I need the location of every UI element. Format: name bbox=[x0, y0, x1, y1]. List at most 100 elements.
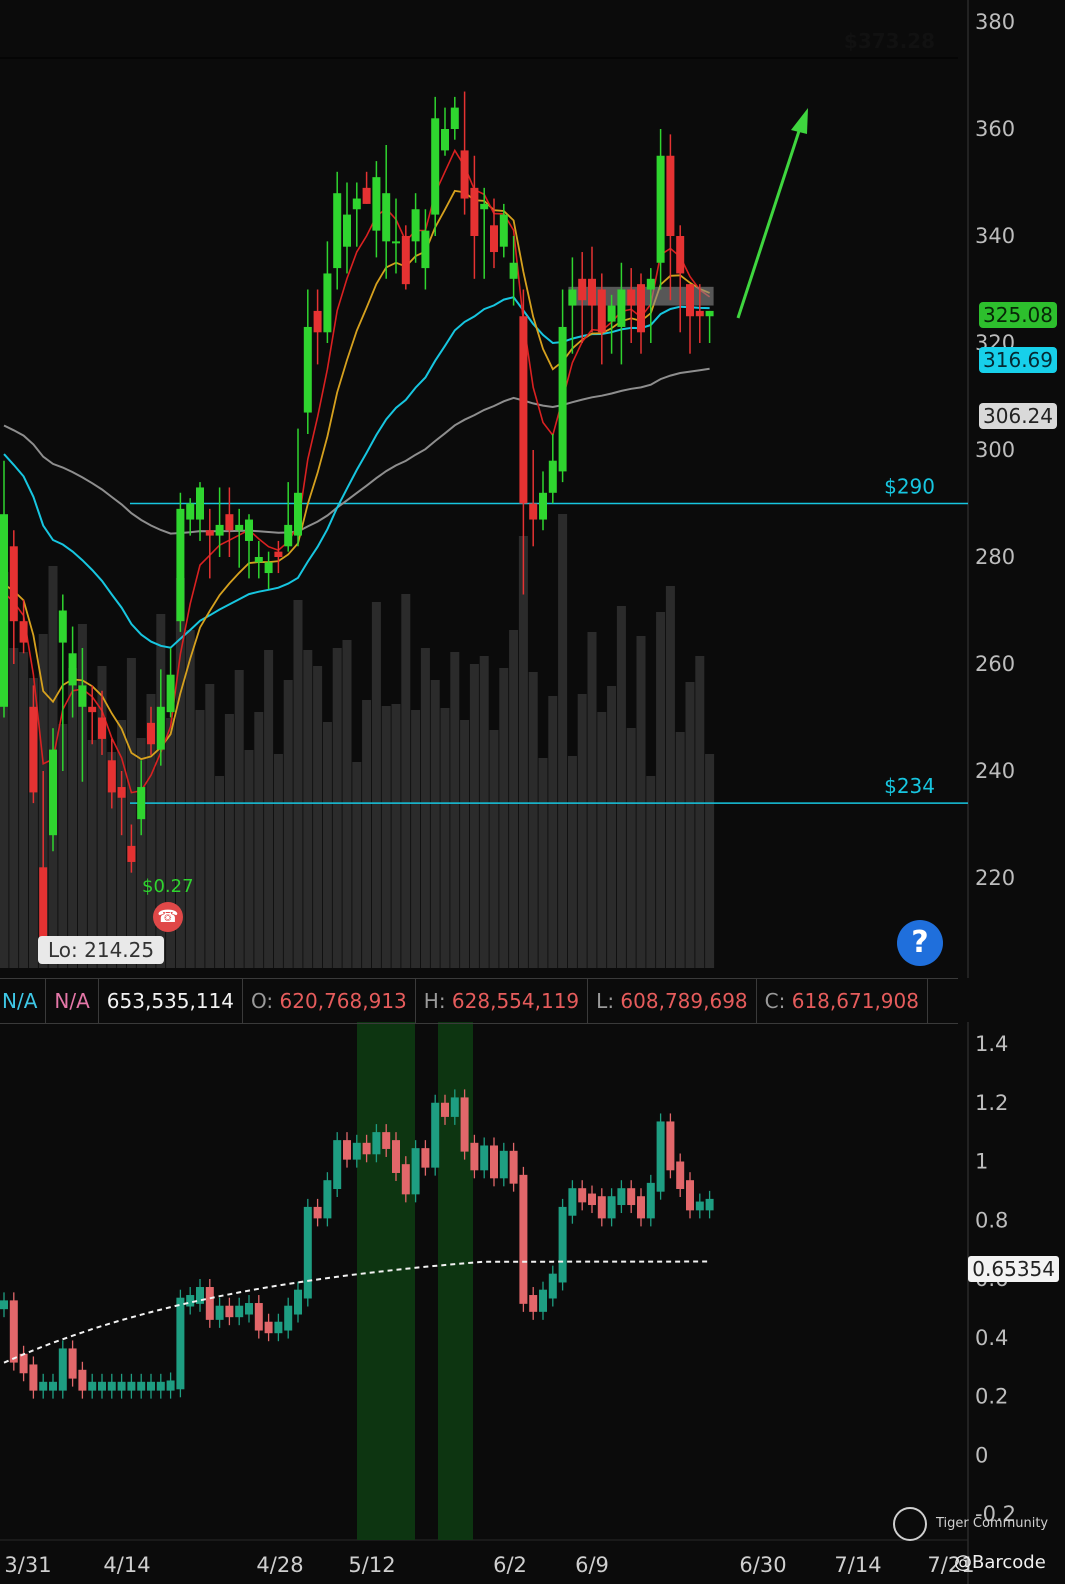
candle-body bbox=[558, 326, 567, 472]
osc-bar bbox=[176, 1297, 185, 1390]
candle-body bbox=[156, 706, 165, 750]
volume-bar bbox=[626, 728, 636, 968]
candle-body bbox=[637, 284, 645, 333]
indicator-info-bar: N/A N/A 653,535,114 O: 620,768,913 H: 62… bbox=[0, 978, 958, 1024]
osc-bar bbox=[205, 1287, 214, 1320]
volume-bar bbox=[283, 680, 293, 968]
info-low-value: 608,789,698 bbox=[620, 989, 748, 1013]
osc-bar bbox=[68, 1348, 77, 1379]
chart-canvas: $373.28$290$234 380360340320300280260240… bbox=[0, 0, 1016, 1584]
osc-bar bbox=[58, 1348, 67, 1391]
price-tag: 325.08 bbox=[979, 301, 1057, 328]
price-tick-label: 340 bbox=[975, 224, 1015, 248]
osc-bar bbox=[470, 1142, 479, 1171]
candle-body bbox=[568, 289, 577, 306]
osc-bar bbox=[558, 1206, 567, 1283]
osc-signal-line bbox=[3, 1260, 710, 1364]
candle-body bbox=[499, 214, 508, 247]
volume-bar bbox=[695, 656, 705, 968]
candle-body bbox=[29, 706, 38, 793]
candle-body bbox=[127, 845, 136, 862]
date-tick-label: 4/28 bbox=[256, 1553, 303, 1577]
osc-bar bbox=[676, 1161, 685, 1190]
osc-bar bbox=[617, 1188, 626, 1206]
candle-body bbox=[107, 760, 116, 793]
candle-body bbox=[98, 717, 106, 739]
osc-bar bbox=[695, 1201, 704, 1211]
candle-body bbox=[627, 289, 636, 306]
candle-body bbox=[88, 706, 97, 713]
info-close: C: 618,671,908 bbox=[757, 979, 928, 1023]
osc-bar bbox=[607, 1196, 616, 1219]
osc-bar bbox=[196, 1287, 204, 1304]
candle-body bbox=[460, 150, 469, 199]
osc-bar bbox=[401, 1164, 410, 1195]
price-tick-label: 220 bbox=[975, 866, 1015, 890]
price-tick-label: 260 bbox=[975, 652, 1015, 676]
candle-body bbox=[646, 278, 655, 290]
osc-bar bbox=[509, 1150, 518, 1184]
date-tick-label: 6/9 bbox=[575, 1553, 609, 1577]
candle-body bbox=[19, 621, 28, 643]
candle-body bbox=[49, 749, 57, 836]
info-low-label: L: bbox=[596, 989, 615, 1013]
highlight-zone bbox=[357, 1022, 415, 1540]
osc-bar bbox=[254, 1303, 263, 1331]
phone-icon[interactable]: ☎ bbox=[153, 902, 183, 932]
candle-body bbox=[9, 546, 18, 622]
volume-bar bbox=[479, 656, 489, 968]
volume-bar bbox=[548, 696, 558, 968]
info-volume: 653,535,114 bbox=[99, 979, 244, 1023]
osc-bar bbox=[431, 1102, 440, 1168]
osc-bar bbox=[0, 1300, 8, 1310]
candle-body bbox=[352, 198, 361, 210]
candle-body bbox=[695, 310, 704, 317]
level-label: $290 bbox=[884, 475, 935, 499]
osc-bar bbox=[392, 1140, 400, 1173]
volume-bar bbox=[646, 776, 656, 968]
candle-body bbox=[117, 787, 126, 798]
candle-body bbox=[196, 487, 204, 520]
candle-body bbox=[509, 262, 518, 279]
volume-bar bbox=[185, 630, 195, 968]
osc-bar bbox=[539, 1289, 547, 1312]
candle-body bbox=[333, 193, 342, 269]
osc-bar bbox=[137, 1381, 146, 1391]
volume-bar bbox=[607, 686, 617, 968]
candle-body bbox=[548, 460, 557, 493]
volume-bar bbox=[685, 682, 695, 968]
osc-bar bbox=[147, 1381, 155, 1391]
volume-bar bbox=[371, 602, 381, 968]
candle-body bbox=[421, 230, 430, 269]
osc-bar bbox=[49, 1381, 57, 1391]
volume-bar bbox=[656, 612, 666, 968]
volume-bar bbox=[558, 514, 568, 968]
info-open-value: 620,768,913 bbox=[279, 989, 407, 1013]
level-label: $373.28 bbox=[844, 29, 935, 53]
price-tag: 316.69 bbox=[979, 346, 1057, 373]
volume-bar bbox=[665, 586, 675, 968]
osc-bar bbox=[450, 1097, 459, 1117]
osc-bar bbox=[646, 1182, 655, 1219]
candle-body bbox=[215, 524, 224, 536]
osc-bar bbox=[264, 1321, 273, 1334]
volume-bar bbox=[313, 666, 323, 968]
price-tick-label: 380 bbox=[975, 10, 1015, 34]
level-label: $234 bbox=[884, 774, 935, 798]
osc-bar bbox=[294, 1289, 302, 1315]
osc-bar bbox=[343, 1140, 351, 1160]
help-button[interactable]: ? bbox=[897, 920, 943, 966]
candle-body bbox=[166, 674, 175, 713]
candle-body bbox=[588, 278, 596, 306]
info-open-label: O: bbox=[251, 989, 274, 1013]
date-axis: 3/31 4/14 4/28 5/12 6/2 6/9 6/30 7/14 7/21 bbox=[4, 1553, 974, 1577]
osc-bar bbox=[627, 1188, 636, 1206]
osc-bar bbox=[156, 1381, 165, 1391]
candle-body bbox=[666, 155, 675, 236]
candle-body bbox=[470, 187, 479, 236]
candle-body bbox=[294, 492, 302, 536]
candle-body bbox=[235, 524, 244, 531]
volume-bar bbox=[401, 594, 411, 968]
trend-arrow-icon bbox=[736, 108, 808, 319]
watermark-handle: @Barcode bbox=[954, 1552, 1046, 1573]
